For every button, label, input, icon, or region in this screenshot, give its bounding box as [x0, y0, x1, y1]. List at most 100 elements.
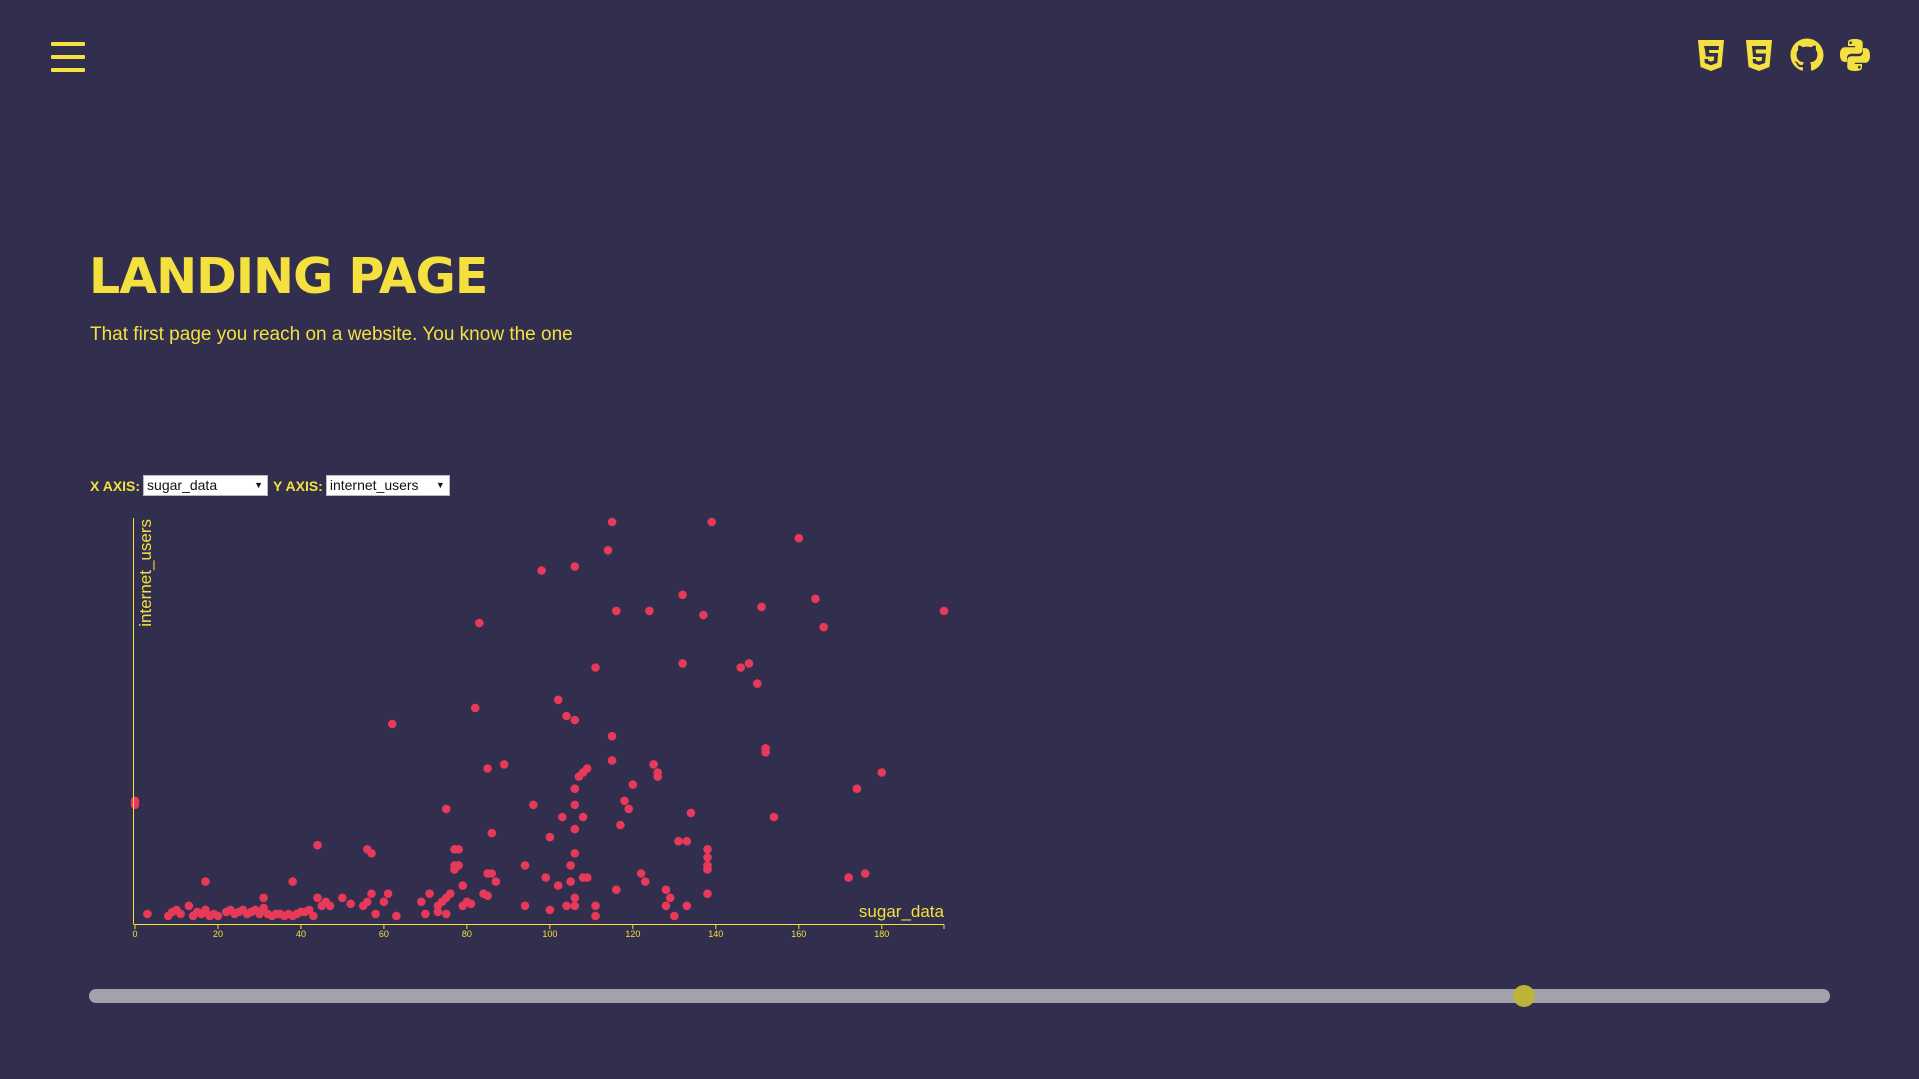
scatter-point[interactable]: [844, 873, 853, 882]
scatter-point[interactable]: [591, 901, 600, 911]
scatter-point[interactable]: [852, 784, 862, 793]
scatter-point[interactable]: [483, 764, 492, 773]
scatter-point[interactable]: [645, 606, 654, 616]
scatter-point[interactable]: [607, 731, 617, 741]
slider-thumb[interactable]: [1512, 985, 1535, 1007]
scatter-point[interactable]: [612, 885, 621, 894]
scatter-point[interactable]: [130, 800, 140, 810]
scatter-point[interactable]: [877, 768, 887, 777]
scatter-point[interactable]: [661, 885, 671, 894]
scatter-point[interactable]: [939, 606, 949, 616]
scatter-point[interactable]: [628, 780, 638, 789]
scatter-point[interactable]: [591, 911, 600, 921]
scatter-point[interactable]: [392, 911, 401, 921]
scatter-point[interactable]: [417, 897, 426, 907]
scatter-point[interactable]: [475, 618, 484, 628]
scatter-point[interactable]: [703, 861, 712, 870]
scatter-point[interactable]: [553, 881, 563, 890]
scatter-point[interactable]: [570, 562, 580, 571]
scatter-point[interactable]: [537, 566, 546, 575]
scatter-point[interactable]: [624, 804, 633, 814]
scatter-point[interactable]: [367, 849, 376, 858]
scatter-point[interactable]: [483, 891, 492, 900]
scatter-point[interactable]: [703, 889, 712, 898]
scatter-point[interactable]: [578, 812, 588, 822]
scatter-point[interactable]: [346, 899, 356, 909]
scatter-point[interactable]: [367, 889, 376, 898]
scatter-point[interactable]: [607, 756, 617, 765]
range-slider[interactable]: [89, 985, 1830, 1007]
scatter-point[interactable]: [520, 901, 530, 911]
scatter-point[interactable]: [213, 911, 223, 921]
scatter-point[interactable]: [553, 695, 563, 705]
scatter-point[interactable]: [562, 901, 571, 911]
scatter-point[interactable]: [259, 893, 268, 903]
scatter-point[interactable]: [591, 663, 600, 672]
scatter-point[interactable]: [670, 911, 679, 921]
scatter-point[interactable]: [570, 901, 580, 911]
scatter-point[interactable]: [383, 889, 393, 898]
scatter-point[interactable]: [387, 719, 397, 729]
scatter-point[interactable]: [566, 861, 575, 870]
scatter-point[interactable]: [607, 517, 617, 527]
scatter-point[interactable]: [612, 606, 621, 616]
scatter-point[interactable]: [288, 877, 298, 886]
scatter-point[interactable]: [325, 901, 335, 911]
scatter-point[interactable]: [753, 679, 762, 688]
scatter-point[interactable]: [313, 893, 322, 903]
scatter-point[interactable]: [769, 812, 779, 822]
scatter-point[interactable]: [176, 909, 185, 919]
scatter-point[interactable]: [665, 893, 675, 903]
scatter-point[interactable]: [441, 909, 451, 919]
scatter-point[interactable]: [582, 764, 592, 773]
scatter-point[interactable]: [757, 602, 766, 612]
scatter-point[interactable]: [682, 901, 692, 911]
scatter-point[interactable]: [570, 784, 580, 793]
scatter-point[interactable]: [811, 594, 820, 604]
scatter-point[interactable]: [678, 590, 687, 600]
scatter-point[interactable]: [454, 845, 463, 854]
scatter-point[interactable]: [470, 703, 480, 713]
scatter-point[interactable]: [641, 877, 650, 886]
scatter-point[interactable]: [707, 517, 716, 527]
scatter-point[interactable]: [458, 881, 468, 890]
scatter-point[interactable]: [562, 711, 571, 721]
scatter-point[interactable]: [736, 663, 745, 672]
scatter-point[interactable]: [491, 877, 501, 886]
scatter-point[interactable]: [487, 869, 497, 878]
scatter-point[interactable]: [686, 808, 696, 818]
scatter-point[interactable]: [661, 901, 671, 911]
scatter-point[interactable]: [566, 877, 575, 886]
scatter-point[interactable]: [620, 796, 629, 806]
scatter-point[interactable]: [570, 893, 580, 903]
scatter-point[interactable]: [819, 622, 828, 632]
scatter-point[interactable]: [649, 760, 658, 769]
scatter-point[interactable]: [338, 893, 347, 903]
scatter-point[interactable]: [703, 845, 712, 854]
scatter-point[interactable]: [674, 836, 683, 846]
scatter-point[interactable]: [616, 820, 625, 830]
scatter-point[interactable]: [487, 828, 497, 838]
scatter-point[interactable]: [744, 659, 754, 668]
scatter-point[interactable]: [570, 800, 580, 810]
scatter-point[interactable]: [379, 897, 389, 907]
scatter-point[interactable]: [582, 873, 592, 882]
scatter-point[interactable]: [309, 911, 318, 921]
scatter-point[interactable]: [454, 861, 463, 870]
scatter-point[interactable]: [678, 659, 687, 668]
scatter-point[interactable]: [371, 909, 380, 919]
scatter-point[interactable]: [794, 533, 804, 543]
scatter-point[interactable]: [143, 909, 152, 919]
scatter-point[interactable]: [570, 824, 580, 834]
scatter-point[interactable]: [603, 546, 613, 555]
scatter-point[interactable]: [558, 812, 567, 822]
scatter-point[interactable]: [466, 899, 476, 909]
scatter-point[interactable]: [653, 772, 662, 781]
scatter-point[interactable]: [699, 610, 708, 620]
scatter-point[interactable]: [201, 877, 210, 886]
scatter-point[interactable]: [529, 800, 538, 810]
scatter-point[interactable]: [363, 897, 372, 907]
scatter-point[interactable]: [184, 901, 194, 911]
scatter-point[interactable]: [545, 905, 555, 915]
scatter-point[interactable]: [570, 849, 580, 858]
